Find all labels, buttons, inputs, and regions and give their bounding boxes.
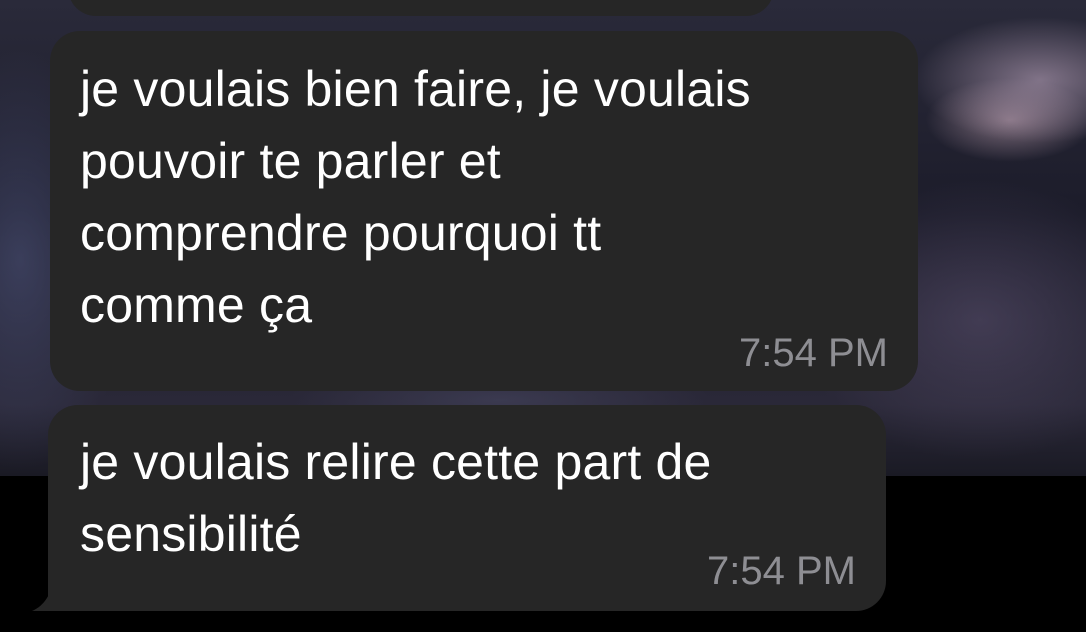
message-timestamp: 7:54 PM — [707, 549, 856, 593]
message-text: je voulais bien faire, je voulais pouvoi… — [80, 61, 751, 333]
bubble-tail-icon — [32, 566, 70, 611]
previous-message-bubble[interactable] — [68, 0, 774, 16]
message-bubble[interactable]: je voulais relire cette part de sensibil… — [48, 405, 886, 611]
chat-view: je voulais bien faire, je voulais pouvoi… — [0, 0, 1086, 632]
message-timestamp: 7:54 PM — [739, 331, 888, 375]
message-bubble[interactable]: je voulais bien faire, je voulais pouvoi… — [50, 31, 918, 391]
